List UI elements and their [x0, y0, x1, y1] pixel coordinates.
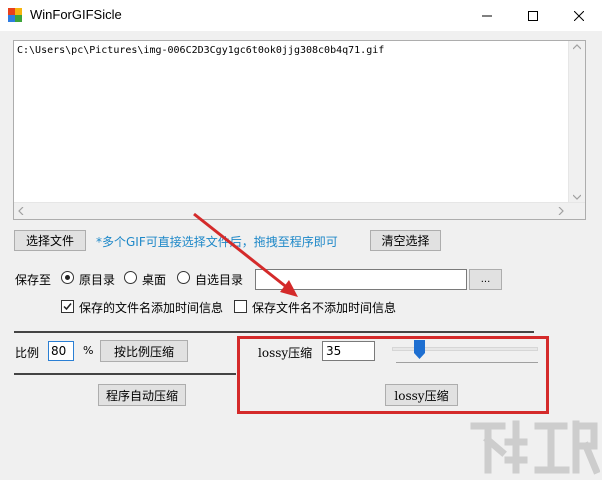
percent-label: %: [83, 344, 94, 357]
maximize-button[interactable]: [510, 0, 556, 31]
close-icon: [574, 10, 584, 21]
title-bar: WinForGIFSicle: [0, 0, 602, 31]
app-icon: [8, 8, 22, 22]
drag-hint: *多个GIF可直接选择文件后，拖拽至程序即可: [96, 235, 338, 249]
ratio-compress-button[interactable]: 按比例压缩: [100, 340, 188, 362]
add-time-label[interactable]: 保存的文件名添加时间信息: [79, 299, 223, 316]
file-list-item[interactable]: C:\Users\pc\Pictures\img-006C2D3Cgy1gc6t…: [17, 45, 384, 56]
clear-selection-button[interactable]: 清空选择: [370, 230, 441, 251]
horizontal-scrollbar[interactable]: [14, 202, 585, 219]
radio-desktop-label[interactable]: 桌面: [142, 271, 166, 288]
radio-desktop[interactable]: [124, 271, 137, 284]
no-time-checkbox[interactable]: [234, 300, 247, 313]
vertical-scrollbar[interactable]: [568, 41, 585, 203]
watermark-logo-icon: [470, 420, 600, 475]
minimize-button[interactable]: [464, 0, 510, 31]
minimize-icon: [482, 15, 492, 16]
window-title: WinForGIFSicle: [30, 7, 122, 22]
no-time-label[interactable]: 保存文件名不添加时间信息: [252, 299, 396, 316]
ratio-divider: [14, 373, 236, 375]
radio-custom-dir-label[interactable]: 自选目录: [195, 271, 243, 288]
scroll-right-icon[interactable]: [558, 207, 564, 215]
radio-original-dir[interactable]: [61, 271, 74, 284]
maximize-icon: [528, 10, 538, 21]
scroll-up-icon[interactable]: [573, 44, 581, 50]
ratio-label: 比例: [15, 346, 40, 360]
highlight-box: [237, 336, 549, 414]
radio-custom-dir[interactable]: [177, 271, 190, 284]
add-time-checkbox[interactable]: [61, 300, 74, 313]
close-button[interactable]: [556, 0, 602, 31]
section-divider: [14, 331, 534, 333]
browse-button[interactable]: ...: [469, 269, 502, 290]
select-file-button[interactable]: 选择文件: [14, 230, 86, 251]
radio-original-dir-label[interactable]: 原目录: [79, 271, 115, 288]
dir-path-input[interactable]: [255, 269, 467, 290]
scroll-left-icon[interactable]: [18, 207, 24, 215]
scroll-down-icon[interactable]: [573, 194, 581, 200]
checkmark-icon: [63, 303, 72, 311]
save-to-label: 保存至: [15, 273, 52, 287]
file-list[interactable]: C:\Users\pc\Pictures\img-006C2D3Cgy1gc6t…: [13, 40, 586, 220]
auto-compress-button[interactable]: 程序自动压缩: [98, 384, 186, 406]
ratio-input[interactable]: 80: [48, 341, 74, 361]
